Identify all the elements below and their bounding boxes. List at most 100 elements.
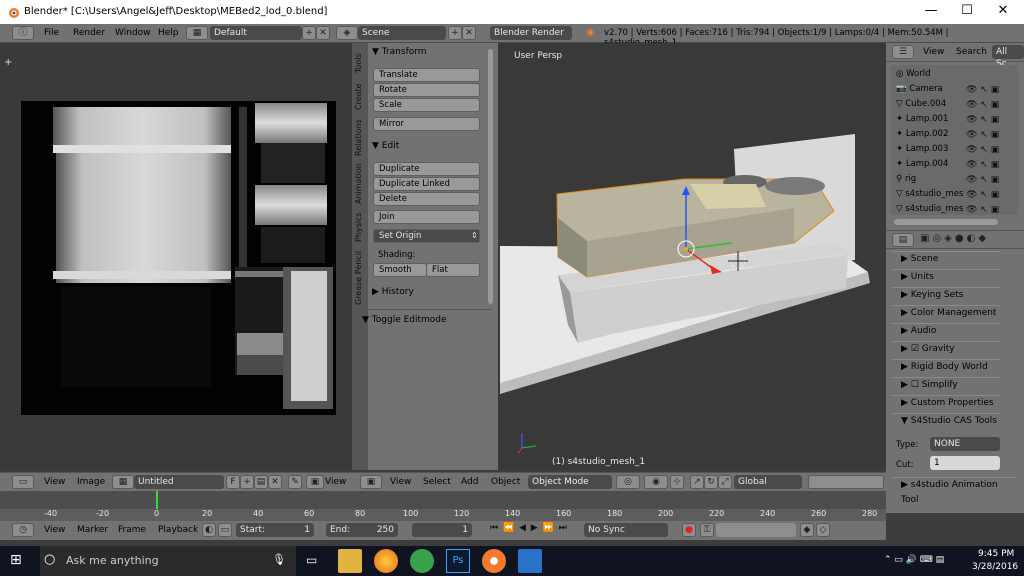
- panel-keying-sets[interactable]: ▶ Keying Sets: [892, 287, 1000, 304]
- 3d-add-menu[interactable]: Add: [461, 477, 478, 487]
- outliner-item-lamp-001[interactable]: ✦ Lamp.001: [896, 114, 948, 124]
- tab-animation[interactable]: Animation: [354, 163, 366, 205]
- current-frame-field[interactable]: 1: [412, 523, 472, 537]
- timeline-playback-menu[interactable]: Playback: [158, 525, 198, 535]
- scene-field[interactable]: Scene: [358, 26, 446, 40]
- remove-layout-icon[interactable]: ✕: [316, 26, 330, 40]
- edit-panel-header[interactable]: ▼ Edit: [372, 141, 399, 151]
- blender-taskbar-icon[interactable]: [482, 549, 506, 573]
- app2-icon[interactable]: [518, 549, 542, 573]
- image-editor-type-icon[interactable]: ▭: [12, 475, 34, 489]
- 3d-view-menu[interactable]: View: [390, 477, 411, 487]
- timeline-marker-menu[interactable]: Marker: [77, 525, 108, 535]
- pin-icon[interactable]: ✎: [288, 475, 302, 489]
- panel-custom-properties[interactable]: ▶ Custom Properties: [892, 395, 1000, 412]
- record-icon[interactable]: ●: [682, 523, 696, 537]
- outliner-item-mesh-2[interactable]: ▽ s4studio_mes: [896, 204, 963, 214]
- smooth-button[interactable]: Smooth: [373, 263, 427, 277]
- image-menu[interactable]: Image: [77, 477, 105, 487]
- timeline-type-icon[interactable]: ◷: [12, 523, 34, 537]
- panel-units[interactable]: ▶ Units: [892, 269, 1000, 286]
- maximize-button[interactable]: ☐: [950, 0, 984, 24]
- task-view-icon[interactable]: ▭: [306, 553, 317, 567]
- editor-type-icon[interactable]: ⓘ: [12, 26, 34, 40]
- shading-mode-icon[interactable]: ◎: [616, 475, 640, 489]
- layer-buttons[interactable]: [808, 475, 884, 489]
- timeline-area[interactable]: -40 -20 0 20 40 60 80 100 120 140 160 18…: [0, 491, 886, 521]
- sync-select[interactable]: No Sync: [584, 523, 668, 537]
- render-engine-select[interactable]: Blender Render: [490, 26, 572, 40]
- image-name-field[interactable]: Untitled: [134, 475, 224, 489]
- layout-icon[interactable]: ▦: [186, 26, 208, 40]
- new-image-icon[interactable]: +: [240, 475, 254, 489]
- outliner-item-cube[interactable]: ▽ Cube.004: [896, 99, 946, 109]
- panel-scene[interactable]: ▶ Scene: [892, 251, 1000, 268]
- start-frame-field[interactable]: Start: 1: [236, 523, 314, 537]
- pivot-icon[interactable]: ◉: [644, 475, 668, 489]
- add-layout-icon[interactable]: +: [302, 26, 316, 40]
- open-image-icon[interactable]: ▤: [254, 475, 268, 489]
- timeline-view-menu[interactable]: View: [44, 525, 65, 535]
- image-view-menu[interactable]: View: [44, 477, 65, 487]
- tab-tools[interactable]: Tools: [354, 49, 366, 77]
- shelf-scrollbar[interactable]: [488, 49, 493, 304]
- scale-button[interactable]: Scale: [373, 98, 480, 112]
- add-scene-icon[interactable]: +: [448, 26, 462, 40]
- panel-rigid-body-world[interactable]: ▶ Rigid Body World: [892, 359, 1000, 376]
- menu-file[interactable]: File: [44, 28, 59, 38]
- menu-render[interactable]: Render: [73, 28, 105, 38]
- menu-help[interactable]: Help: [158, 28, 179, 38]
- toggle-editmode-header[interactable]: ▼ Toggle Editmode: [362, 315, 447, 325]
- tab-physics[interactable]: Physics: [354, 209, 366, 245]
- translate-manip-icon[interactable]: ↗: [690, 475, 704, 489]
- visibility-icons[interactable]: 👁 ↖ ▣ 👁 ↖ ▣ 👁 ↖ ▣ 👁 ↖ ▣ 👁 ↖ ▣ 👁 ↖ ▣ 👁 ↖ ▣ 👁 ↖ ▣…: [966, 83, 999, 218]
- rotate-button[interactable]: Rotate: [373, 83, 480, 97]
- view-mode-icon[interactable]: ▣: [306, 475, 324, 489]
- 3d-object-menu[interactable]: Object: [491, 477, 520, 487]
- tab-relations[interactable]: Relations: [354, 117, 366, 159]
- panel-s4studio-cas-tools[interactable]: ▼ S4Studio CAS Tools: [892, 413, 1000, 430]
- app-icon[interactable]: [410, 549, 434, 573]
- tray-icons[interactable]: ⌃ ▭ 🔊 ⌨ ▤: [884, 555, 944, 565]
- minimize-button[interactable]: —: [914, 0, 948, 24]
- panel-audio[interactable]: ▶ Audio: [892, 323, 1000, 340]
- 3d-viewport[interactable]: User Persp (1) s4studio_mesh_1: [498, 43, 886, 470]
- file-explorer-icon[interactable]: [338, 549, 362, 573]
- all-scenes-select[interactable]: All Sc: [992, 45, 1024, 69]
- panel-color-management[interactable]: ▶ Color Management: [892, 305, 1000, 322]
- close-button[interactable]: ✕: [986, 0, 1020, 24]
- outliner-item-rig[interactable]: ⚲ rig: [896, 174, 916, 184]
- layout-field[interactable]: Default: [210, 26, 302, 40]
- duplicate-linked-button[interactable]: Duplicate Linked: [373, 177, 480, 191]
- mirror-button[interactable]: Mirror: [373, 117, 480, 131]
- panel-gravity[interactable]: ▶ ☑ Gravity: [892, 341, 1000, 358]
- rotate-manip-icon[interactable]: ↻: [704, 475, 718, 489]
- remove-scene-icon[interactable]: ✕: [462, 26, 476, 40]
- outliner-item-world[interactable]: ◎ World: [896, 69, 930, 79]
- insert-keyframe-icon[interactable]: ◆: [800, 523, 814, 537]
- tab-create[interactable]: Create: [354, 81, 366, 113]
- outliner-view-menu[interactable]: View: [923, 47, 944, 57]
- manipulator-icon[interactable]: ⊹: [670, 475, 684, 489]
- windows-start-icon[interactable]: ⊞: [10, 552, 22, 568]
- join-button[interactable]: Join: [373, 210, 480, 224]
- orientation-select[interactable]: Global: [734, 475, 802, 489]
- panel-simplify[interactable]: ▶ ☐ Simplify: [892, 377, 1000, 394]
- history-panel-header[interactable]: ▶ History: [372, 287, 414, 297]
- outliner-scrollbar[interactable]: [894, 219, 998, 225]
- tab-grease-pencil[interactable]: Grease Pencil: [354, 249, 366, 307]
- panel-s4studio-animation-tool[interactable]: ▶ s4studio Animation Tool: [892, 477, 1016, 505]
- flat-button[interactable]: Flat: [426, 263, 480, 277]
- transform-panel-header[interactable]: ▼ Transform: [372, 47, 427, 57]
- duplicate-button[interactable]: Duplicate: [373, 162, 480, 176]
- timeline-frame-menu[interactable]: Frame: [118, 525, 146, 535]
- set-origin-dropdown[interactable]: Set Origin: [373, 229, 480, 243]
- delete-button[interactable]: Delete: [373, 192, 480, 206]
- outliner-type-icon[interactable]: ☰: [892, 45, 914, 59]
- outliner-item-lamp-004[interactable]: ✦ Lamp.004: [896, 159, 948, 169]
- 3d-select-menu[interactable]: Select: [423, 477, 451, 487]
- scene-icon[interactable]: ◈: [336, 26, 358, 40]
- outliner-search-menu[interactable]: Search: [956, 47, 987, 57]
- context-tabs-icons[interactable]: ▣◎◈●◐◆: [920, 233, 989, 244]
- translate-button[interactable]: Translate: [373, 68, 480, 82]
